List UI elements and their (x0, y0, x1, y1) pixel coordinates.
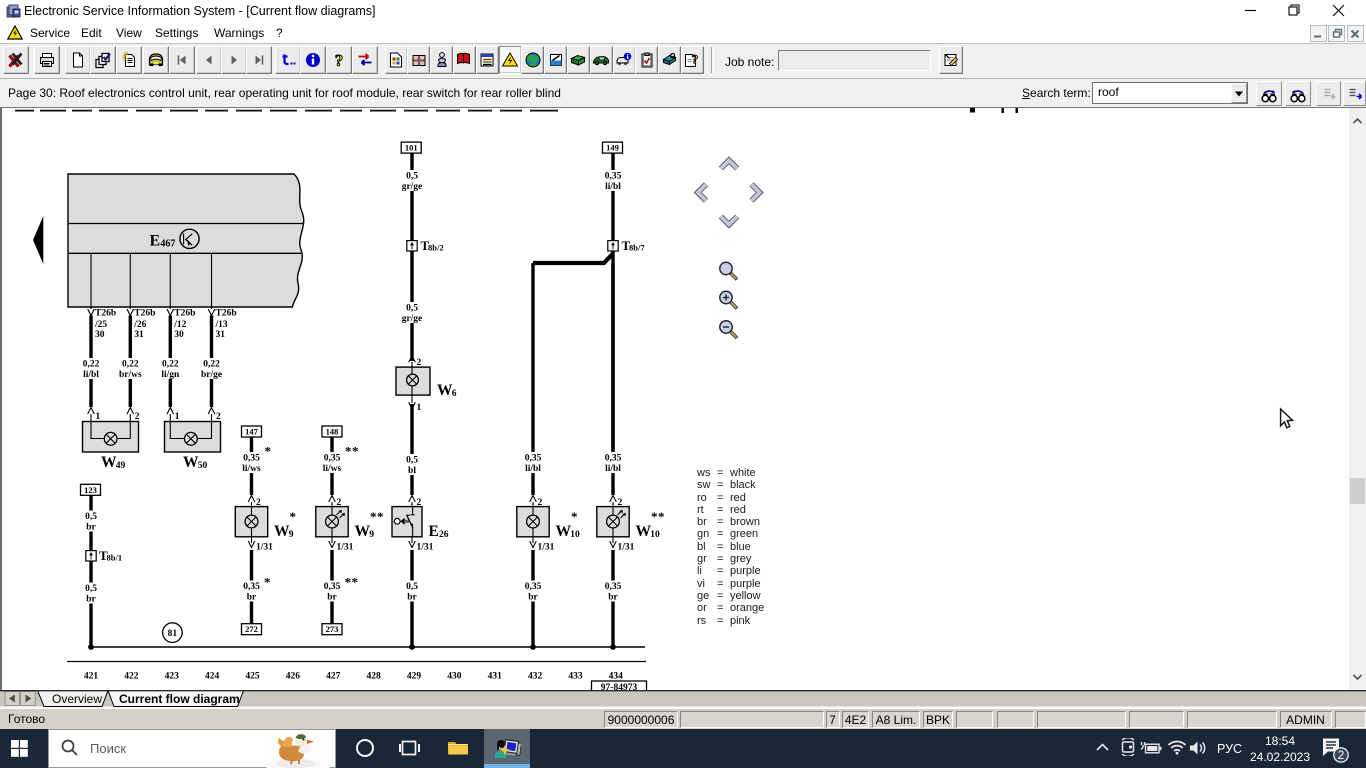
svg-text:Overview: Overview (52, 692, 102, 706)
svg-text:?: ? (335, 52, 344, 69)
svg-text:?: ? (692, 52, 699, 67)
svg-text:2: 2 (1338, 748, 1345, 762)
svg-text:Current flow diagram: Current flow diagram (119, 692, 240, 706)
